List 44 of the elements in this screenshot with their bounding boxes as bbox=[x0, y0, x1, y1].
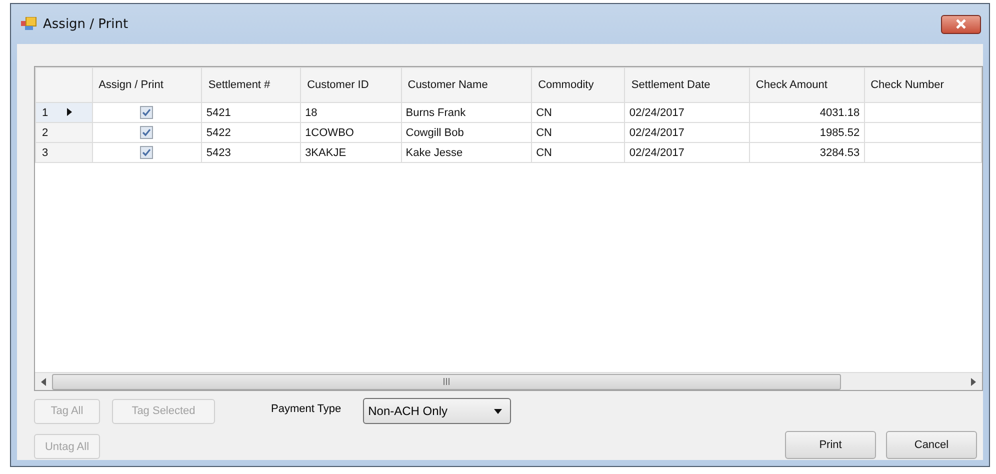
table-cell: 3284.53 bbox=[749, 142, 864, 162]
column-header[interactable]: Settlement Date bbox=[624, 68, 750, 102]
checkbox[interactable] bbox=[140, 126, 154, 139]
scroll-thumb[interactable] bbox=[52, 374, 841, 390]
row-number: 1 bbox=[42, 106, 50, 118]
cancel-button[interactable]: Cancel bbox=[886, 431, 977, 459]
table-cell: Cowgill Bob bbox=[401, 122, 532, 142]
row-header[interactable]: 3 bbox=[36, 142, 92, 162]
print-button[interactable]: Print bbox=[785, 431, 876, 459]
column-header[interactable]: Commodity bbox=[532, 68, 625, 102]
column-header[interactable]: Customer ID bbox=[300, 68, 402, 102]
table-cell: 5422 bbox=[202, 122, 301, 142]
grip-icon bbox=[443, 378, 450, 385]
scroll-right-icon[interactable] bbox=[971, 378, 976, 386]
table-cell: 5423 bbox=[202, 142, 301, 162]
table-cell: 3KAKJE bbox=[300, 142, 402, 162]
table-cell: 1985.52 bbox=[749, 122, 864, 142]
table-cell: CN bbox=[532, 142, 625, 162]
table-cell: Kake Jesse bbox=[401, 142, 532, 162]
window-icon bbox=[21, 17, 37, 31]
row-header[interactable]: 2 bbox=[36, 122, 92, 142]
window-title: Assign / Print bbox=[43, 16, 130, 32]
row-number: 2 bbox=[42, 126, 50, 138]
table-cell: CN bbox=[532, 122, 625, 142]
checkbox[interactable] bbox=[140, 146, 154, 159]
horizontal-scrollbar[interactable] bbox=[35, 372, 982, 390]
column-header[interactable]: Settlement # bbox=[202, 68, 301, 102]
column-header[interactable]: Check Amount bbox=[749, 68, 864, 102]
dropdown-caret-icon bbox=[494, 408, 502, 414]
payment-type-dropdown[interactable]: Non-ACH Only bbox=[363, 398, 512, 424]
column-header[interactable]: Assign / Print bbox=[92, 68, 202, 102]
scroll-left-icon[interactable] bbox=[41, 378, 46, 386]
table-cell: 02/24/2017 bbox=[624, 122, 750, 142]
close-button[interactable] bbox=[941, 14, 981, 34]
current-row-icon bbox=[67, 108, 72, 116]
checkbox[interactable] bbox=[140, 106, 154, 119]
close-icon bbox=[955, 19, 967, 29]
table-cell: 02/24/2017 bbox=[624, 142, 750, 162]
row-header[interactable]: 1 bbox=[36, 102, 92, 122]
column-header[interactable]: Check Number bbox=[864, 68, 982, 102]
payment-type-label: Payment Type bbox=[271, 403, 342, 415]
row-number: 3 bbox=[42, 146, 50, 158]
table-cell: 1COWBO bbox=[300, 122, 402, 142]
column-header[interactable]: Customer Name bbox=[401, 68, 532, 102]
